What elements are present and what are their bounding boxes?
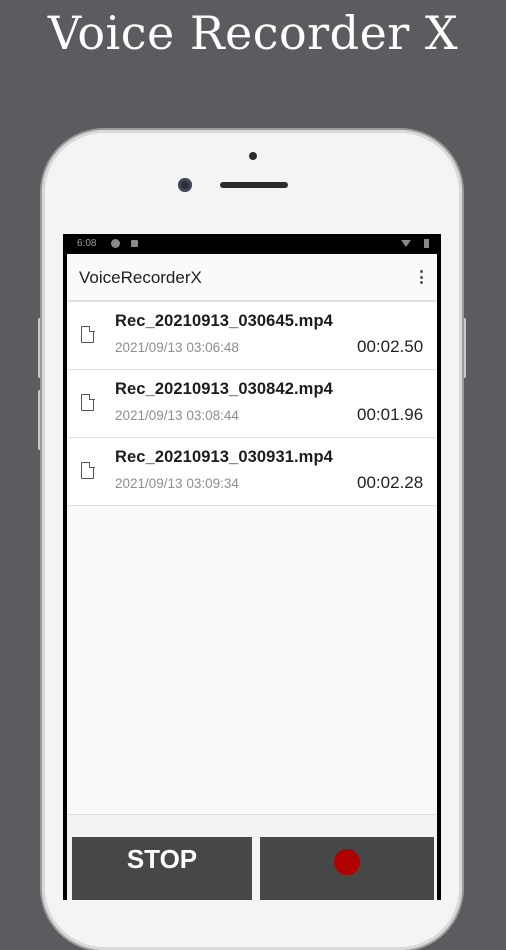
record-dot-icon <box>334 849 360 875</box>
overflow-menu-icon[interactable] <box>415 268 427 286</box>
promo-title: Voice Recorder X <box>47 6 459 60</box>
recording-date: 2021/09/13 03:09:34 <box>115 476 239 491</box>
front-camera-icon <box>178 178 192 192</box>
file-icon <box>81 325 95 343</box>
record-button[interactable] <box>260 837 434 900</box>
phone-side-button <box>462 318 466 378</box>
battery-icon <box>424 239 429 248</box>
app-bar: VoiceRecorderX <box>67 254 437 300</box>
notification-icon <box>131 240 138 247</box>
file-icon <box>81 461 95 479</box>
wifi-icon <box>401 240 411 247</box>
phone-screen: 6:08 VoiceRecorderX Rec_20210913_030645.… <box>63 234 441 900</box>
phone-sensor <box>249 152 257 160</box>
file-icon <box>81 393 95 411</box>
recording-item[interactable]: Rec_20210913_030931.mp4 2021/09/13 03:09… <box>67 438 437 506</box>
controls-bar: STOP <box>67 814 437 900</box>
recordings-list: Rec_20210913_030645.mp4 2021/09/13 03:06… <box>67 302 437 506</box>
recording-duration: 00:02.28 <box>357 473 424 492</box>
recording-duration: 00:01.96 <box>357 405 424 424</box>
recording-name: Rec_20210913_030842.mp4 <box>115 380 333 398</box>
recording-duration: 00:02.50 <box>357 337 424 356</box>
recording-date: 2021/09/13 03:06:48 <box>115 340 239 355</box>
app-title: VoiceRecorderX <box>79 268 202 287</box>
recording-name: Rec_20210913_030931.mp4 <box>115 448 333 466</box>
status-time: 6:08 <box>77 238 97 249</box>
status-bar: 6:08 <box>63 234 441 254</box>
stop-button[interactable]: STOP <box>72 837 252 900</box>
recording-item[interactable]: Rec_20210913_030645.mp4 2021/09/13 03:06… <box>67 302 437 370</box>
recording-item[interactable]: Rec_20210913_030842.mp4 2021/09/13 03:08… <box>67 370 437 438</box>
notification-icon <box>111 239 120 248</box>
recording-name: Rec_20210913_030645.mp4 <box>115 312 333 330</box>
recording-date: 2021/09/13 03:08:44 <box>115 408 239 423</box>
phone-earpiece <box>220 182 288 188</box>
app-window: VoiceRecorderX Rec_20210913_030645.mp4 2… <box>67 254 437 900</box>
